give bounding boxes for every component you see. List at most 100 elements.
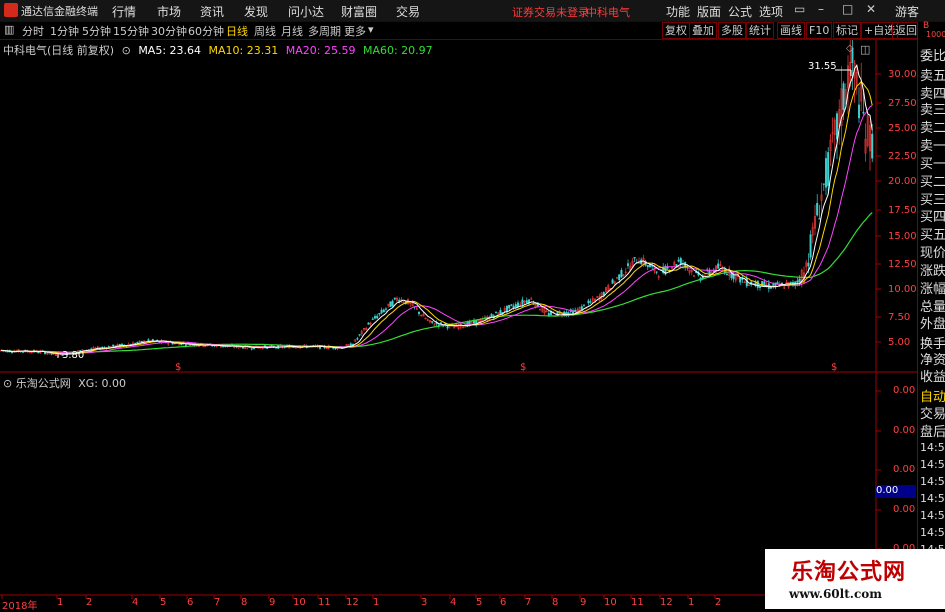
user-label[interactable]: 游客 xyxy=(895,3,919,20)
candle-body xyxy=(655,271,658,273)
candle-body xyxy=(431,321,434,323)
price-tick: 7.50 xyxy=(888,312,911,323)
diamond-icon[interactable]: ◇ xyxy=(846,43,854,54)
label-sell1: 卖一 xyxy=(920,139,945,154)
candle-body xyxy=(270,345,273,347)
indicator-title-bar: ⊙ 乐淘公式网 XG: 0.00 xyxy=(3,375,126,391)
tab-more[interactable]: 更多 xyxy=(344,23,366,39)
indicator-tick-marks xyxy=(876,390,881,550)
candle-body xyxy=(356,338,359,340)
signal-marker-2: $ xyxy=(520,362,526,373)
btn-fanhui[interactable]: 返回 xyxy=(892,22,920,39)
candle-body xyxy=(627,263,630,266)
tab-multi-period[interactable]: 多周期 xyxy=(308,23,341,39)
indicator-settings-icon[interactable]: ⊙ xyxy=(3,377,12,390)
btn-diejia[interactable]: 叠加 xyxy=(689,22,717,39)
tab-5min[interactable]: 5分钟 xyxy=(82,23,111,39)
candle-body xyxy=(393,297,396,300)
indicator-title: 乐淘公式网 xyxy=(15,377,71,390)
tab-daily[interactable]: 日线 xyxy=(226,23,248,39)
candle-body xyxy=(717,263,720,269)
label-buy4: 买四 xyxy=(920,210,945,225)
candle-body xyxy=(510,304,513,306)
date-tick: 1 xyxy=(57,597,64,608)
price-tick: 10.00 xyxy=(888,284,917,295)
btn-tongji[interactable]: 统计 xyxy=(746,22,774,39)
btn-fuquan[interactable]: 复权 xyxy=(662,22,690,39)
date-tick: 10 xyxy=(604,597,617,608)
tab-weekly[interactable]: 周线 xyxy=(254,23,276,39)
quote-side-panel: B 1000 委比 卖五 卖四 卖三 卖二 卖一 买一 买二 买三 买四 买五 … xyxy=(917,22,945,609)
label-change: 涨跌 xyxy=(920,264,945,279)
menu-zixun[interactable]: 资讯 xyxy=(200,3,224,20)
btn-f10[interactable]: F10 xyxy=(806,22,833,39)
candle-body xyxy=(517,302,520,307)
candle-body xyxy=(796,280,799,283)
menu-caifuquan[interactable]: 财富圈 xyxy=(341,3,377,20)
candle-body xyxy=(798,278,801,283)
date-tick: 4 xyxy=(450,597,457,608)
label-buy1: 买一 xyxy=(920,157,945,172)
btn-huaxian[interactable]: 画线 xyxy=(777,22,805,39)
candle-body xyxy=(374,316,377,319)
tab-1min[interactable]: 1分钟 xyxy=(50,23,79,39)
candle-body xyxy=(816,202,819,216)
minimize-icon[interactable]: – xyxy=(818,2,824,16)
label-weibi: 委比 xyxy=(920,49,945,64)
price-tick: 20.00 xyxy=(888,176,917,187)
tab-fenshi[interactable]: 分时 xyxy=(22,23,44,39)
candle-body xyxy=(112,344,115,347)
menu-hangqing[interactable]: 行情 xyxy=(112,3,136,20)
candle-body xyxy=(50,353,53,355)
menu-gongshi[interactable]: 公式 xyxy=(728,3,752,20)
date-tick: 1 xyxy=(373,597,380,608)
date-tick: 11 xyxy=(631,597,644,608)
candle-body xyxy=(376,315,379,319)
label-sell5: 卖五 xyxy=(920,69,945,84)
chart-canvas[interactable]: $ $ $ ◇ xyxy=(0,40,917,609)
candle-body xyxy=(382,309,385,313)
candle-body xyxy=(521,299,524,305)
menu-jiaoyi[interactable]: 交易 xyxy=(396,3,420,20)
menu-shichang[interactable]: 市场 xyxy=(157,3,181,20)
btn-duogu[interactable]: 多股 xyxy=(718,22,746,39)
menu-banmian[interactable]: 版面 xyxy=(697,3,721,20)
candle-body xyxy=(418,311,421,314)
label-outer: 外盘 xyxy=(920,317,945,332)
indicator-value: XG: 0.00 xyxy=(78,377,126,390)
candle-body xyxy=(378,313,381,315)
tab-60min[interactable]: 60分钟 xyxy=(188,23,224,39)
candle-body xyxy=(745,278,748,287)
tab-monthly[interactable]: 月线 xyxy=(281,23,303,39)
tab-more-arrow-icon[interactable]: ▾ xyxy=(368,23,374,36)
menu-xuanxiang[interactable]: 选项 xyxy=(759,3,783,20)
candle-body xyxy=(825,158,828,188)
tab-15min[interactable]: 15分钟 xyxy=(113,23,149,39)
collapse-icon[interactable]: ◫ xyxy=(860,43,870,56)
tab-30min[interactable]: 30分钟 xyxy=(151,23,187,39)
ma10-line xyxy=(0,80,873,355)
candle-body xyxy=(862,111,865,114)
tab-menu-icon[interactable]: ▥ xyxy=(4,23,14,36)
candle-body xyxy=(827,152,830,186)
monitor-icon[interactable]: ▭ xyxy=(794,2,805,16)
candle-body xyxy=(367,322,370,325)
price-tick: 15.00 xyxy=(888,231,917,242)
candle-body xyxy=(499,310,502,314)
label-price: 现价 xyxy=(920,246,945,261)
menu-wenxiaoda[interactable]: 问小达 xyxy=(288,3,324,20)
menu-faxian[interactable]: 发现 xyxy=(244,3,268,20)
date-tick: 9 xyxy=(580,597,587,608)
indicator-tick: 0.00 xyxy=(893,385,916,396)
menu-gongneng[interactable]: 功能 xyxy=(666,3,690,20)
btn-biaoji[interactable]: 标记 xyxy=(833,22,861,39)
ma20-line xyxy=(0,104,873,354)
close-icon[interactable]: ✕ xyxy=(866,2,876,16)
candle-body xyxy=(151,339,154,341)
settings-circle-icon[interactable]: ⊙ xyxy=(122,44,131,57)
login-notice[interactable]: 证券交易未登录 xyxy=(512,4,589,20)
maximize-icon[interactable]: □ xyxy=(842,2,853,16)
candle-body xyxy=(389,301,392,307)
candle-body xyxy=(809,234,812,258)
signal-marker-1: $ xyxy=(175,362,181,373)
